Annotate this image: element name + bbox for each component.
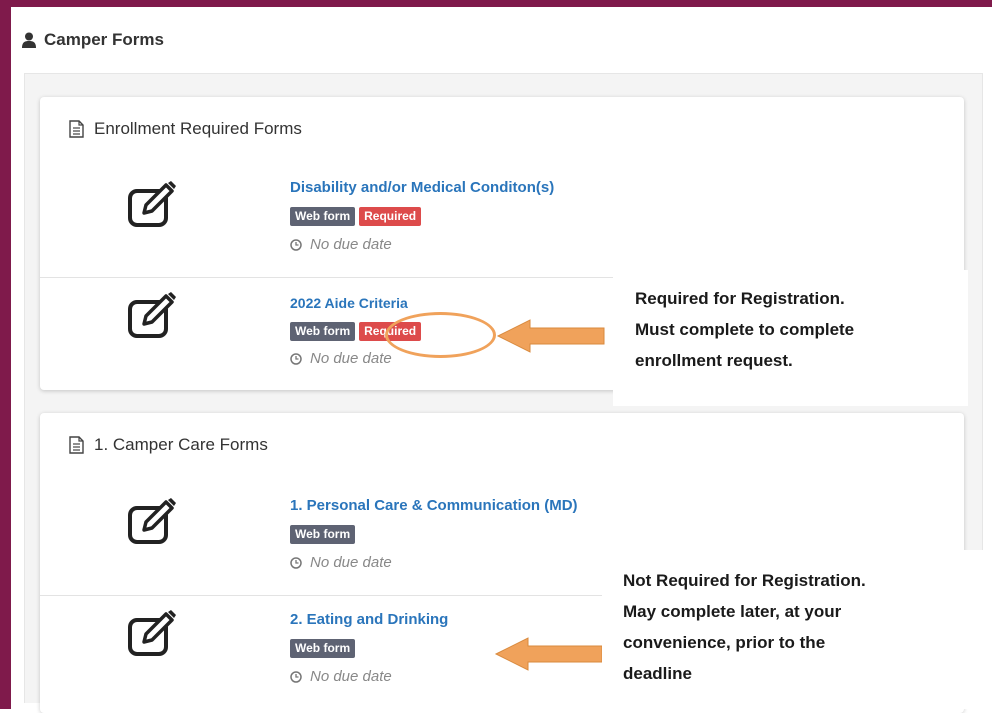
web-form-badge: Web form bbox=[290, 639, 356, 658]
edit-icon[interactable] bbox=[126, 608, 178, 658]
badges: Web form bbox=[290, 639, 356, 658]
document-icon bbox=[69, 436, 84, 454]
clock-icon bbox=[290, 670, 302, 683]
callout-required: Required for Registration. Must complete… bbox=[613, 270, 968, 406]
document-icon bbox=[69, 120, 84, 138]
panel-title-text: Enrollment Required Forms bbox=[94, 119, 302, 138]
edit-icon[interactable] bbox=[126, 290, 178, 340]
web-form-badge: Web form bbox=[290, 207, 356, 226]
user-icon bbox=[22, 32, 36, 48]
due-date: No due date bbox=[290, 236, 392, 253]
badges: Web form Required bbox=[290, 207, 422, 226]
web-form-badge: Web form bbox=[290, 525, 356, 544]
callout-line: enrollment request. bbox=[635, 351, 793, 370]
arrow-left-icon bbox=[496, 319, 605, 353]
due-date-text: No due date bbox=[310, 668, 392, 685]
form-title-link[interactable]: 1. Personal Care & Communication (MD) bbox=[290, 497, 578, 514]
badges: Web form bbox=[290, 525, 356, 544]
callout-line: Not Required for Registration. bbox=[623, 571, 866, 590]
required-highlight-ellipse bbox=[385, 312, 496, 358]
clock-icon bbox=[290, 238, 302, 251]
due-date-text: No due date bbox=[310, 554, 392, 571]
panel-title-text: 1. Camper Care Forms bbox=[94, 435, 268, 454]
clock-icon bbox=[290, 556, 302, 569]
callout-line: Must complete to complete bbox=[635, 320, 855, 339]
form-title-link[interactable]: 2022 Aide Criteria bbox=[290, 295, 408, 311]
window-frame-left bbox=[0, 0, 11, 709]
due-date: No due date bbox=[290, 668, 392, 685]
callout-line: deadline bbox=[623, 664, 692, 683]
section-header: Camper Forms bbox=[22, 30, 164, 50]
form-title-link[interactable]: Disability and/or Medical Conditon(s) bbox=[290, 179, 554, 196]
section-title: Camper Forms bbox=[44, 30, 164, 49]
panel-title: 1. Camper Care Forms bbox=[69, 435, 268, 455]
window-frame-top bbox=[0, 0, 992, 7]
callout-not-required: Not Required for Registration. May compl… bbox=[602, 550, 992, 709]
edit-icon[interactable] bbox=[126, 496, 178, 546]
arrow-left-icon bbox=[494, 637, 603, 671]
list-item: Disability and/or Medical Conditon(s) We… bbox=[40, 167, 964, 277]
due-date-text: No due date bbox=[310, 236, 392, 253]
edit-icon[interactable] bbox=[126, 179, 178, 229]
required-badge: Required bbox=[359, 207, 422, 226]
callout-line: Required for Registration. bbox=[635, 289, 845, 308]
panel-title: Enrollment Required Forms bbox=[69, 119, 302, 139]
due-date: No due date bbox=[290, 350, 392, 367]
callout-line: May complete later, at your bbox=[623, 602, 842, 621]
due-date-text: No due date bbox=[310, 350, 392, 367]
callout-line: convenience, prior to the bbox=[623, 633, 826, 652]
clock-icon bbox=[290, 352, 302, 365]
web-form-badge: Web form bbox=[290, 322, 356, 341]
form-title-link[interactable]: 2. Eating and Drinking bbox=[290, 611, 448, 628]
due-date: No due date bbox=[290, 554, 392, 571]
